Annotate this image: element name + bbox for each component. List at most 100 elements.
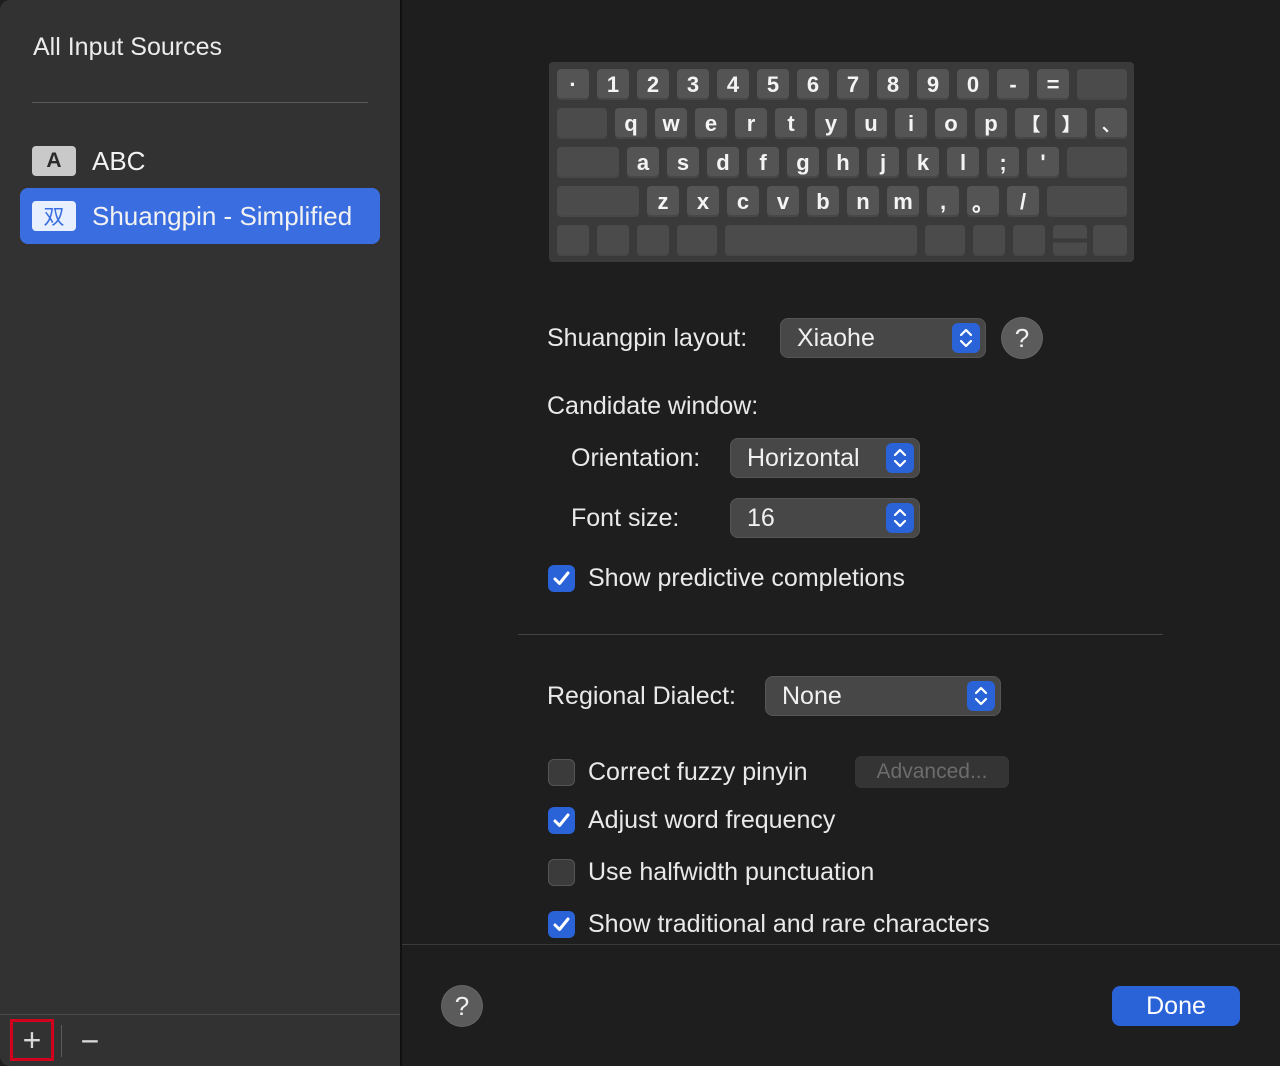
key: b [807, 186, 839, 217]
source-item-shuangpin[interactable]: 双 Shuangpin - Simplified [20, 188, 380, 244]
key: k [907, 147, 939, 178]
fn-key [557, 225, 589, 256]
remove-input-source-button[interactable]: − [74, 1022, 106, 1060]
font-size-label: Font size: [571, 504, 680, 532]
key: 】 [1055, 108, 1087, 139]
key: y [815, 108, 847, 139]
key: g [787, 147, 819, 178]
checkmark-icon [553, 571, 570, 585]
tab-key [557, 108, 607, 139]
source-item-abc[interactable]: A ABC [20, 133, 380, 189]
key: h [827, 147, 859, 178]
key: 1 [597, 69, 629, 100]
predictive-completions-checkbox[interactable] [548, 565, 575, 592]
key: f [747, 147, 779, 178]
done-button[interactable]: Done [1112, 986, 1240, 1026]
shuangpin-badge-icon: 双 [32, 201, 76, 231]
halfwidth-punctuation-label: Use halfwidth punctuation [588, 858, 875, 886]
shuangpin-layout-label: Shuangpin layout: [547, 324, 748, 352]
fuzzy-pinyin-label: Correct fuzzy pinyin [588, 758, 808, 786]
key: ; [987, 147, 1019, 178]
halfwidth-punctuation-checkbox[interactable] [548, 859, 575, 886]
right-shift-key [1047, 186, 1127, 217]
key: l [947, 147, 979, 178]
input-sources-sidebar: All Input Sources A ABC 双 Shuangpin - Si… [0, 0, 402, 1066]
orientation-label: Orientation: [571, 444, 701, 472]
control-key [597, 225, 629, 256]
button-separator [61, 1025, 62, 1057]
command-key [677, 225, 717, 256]
font-size-value: 16 [747, 503, 775, 532]
keyboard-preview: · 1 2 3 4 5 6 7 8 9 0 - = q w e r t y u … [549, 62, 1134, 262]
key: s [667, 147, 699, 178]
key: / [1007, 186, 1039, 217]
key: o [935, 108, 967, 139]
candidate-window-label: Candidate window: [547, 392, 759, 420]
key: 7 [837, 69, 869, 100]
key: 8 [877, 69, 909, 100]
sidebar-divider [32, 102, 368, 103]
key: 3 [677, 69, 709, 100]
fuzzy-pinyin-checkbox[interactable] [548, 759, 575, 786]
checkmark-icon [553, 813, 570, 827]
key: j [867, 147, 899, 178]
section-divider [518, 634, 1163, 635]
key: c [727, 186, 759, 217]
key: ' [1027, 147, 1059, 178]
sidebar-title: All Input Sources [33, 33, 222, 61]
key: i [895, 108, 927, 139]
key: 4 [717, 69, 749, 100]
key: q [615, 108, 647, 139]
caps-lock-key [557, 147, 619, 178]
key: 【 [1015, 108, 1047, 139]
orientation-select[interactable]: Horizontal [731, 439, 919, 477]
command-key [925, 225, 965, 256]
key: d [707, 147, 739, 178]
key: 、 [1095, 108, 1127, 139]
checkmark-icon [553, 917, 570, 931]
key: 。 [967, 186, 999, 217]
option-key [973, 225, 1005, 256]
key: 6 [797, 69, 829, 100]
sidebar-bottom-divider [0, 1014, 400, 1015]
orientation-value: Horizontal [747, 443, 860, 472]
key: , [927, 186, 959, 217]
delete-key [1077, 69, 1127, 100]
adjust-frequency-label: Adjust word frequency [588, 806, 836, 834]
key: - [997, 69, 1029, 100]
advanced-button[interactable]: Advanced... [855, 756, 1009, 788]
left-shift-key [557, 186, 639, 217]
adjust-frequency-checkbox[interactable] [548, 807, 575, 834]
key: 9 [917, 69, 949, 100]
chevron-up-down-icon [886, 503, 914, 533]
key: e [695, 108, 727, 139]
key: m [887, 186, 919, 217]
shuangpin-layout-select[interactable]: Xiaohe [781, 319, 985, 357]
key: 5 [757, 69, 789, 100]
space-key [725, 225, 917, 256]
abc-badge-icon: A [32, 146, 76, 176]
add-input-source-button[interactable]: + [10, 1019, 54, 1061]
arrow-right-key [1093, 225, 1127, 256]
option-key [637, 225, 669, 256]
chevron-up-down-icon [886, 443, 914, 473]
key: r [735, 108, 767, 139]
chevron-up-down-icon [952, 323, 980, 353]
source-item-label: ABC [92, 145, 146, 176]
key: z [647, 186, 679, 217]
key: p [975, 108, 1007, 139]
key: w [655, 108, 687, 139]
font-size-select[interactable]: 16 [731, 499, 919, 537]
footer-divider [402, 944, 1280, 945]
traditional-characters-checkbox[interactable] [548, 911, 575, 938]
key: v [767, 186, 799, 217]
chevron-up-down-icon [967, 681, 995, 711]
shuangpin-layout-value: Xiaohe [797, 323, 875, 352]
regional-dialect-select[interactable]: None [766, 677, 1000, 715]
return-key [1067, 147, 1127, 178]
key: 0 [957, 69, 989, 100]
regional-dialect-value: None [782, 681, 842, 710]
help-button[interactable]: ? [442, 986, 482, 1026]
layout-help-button[interactable]: ? [1002, 318, 1042, 358]
key: t [775, 108, 807, 139]
